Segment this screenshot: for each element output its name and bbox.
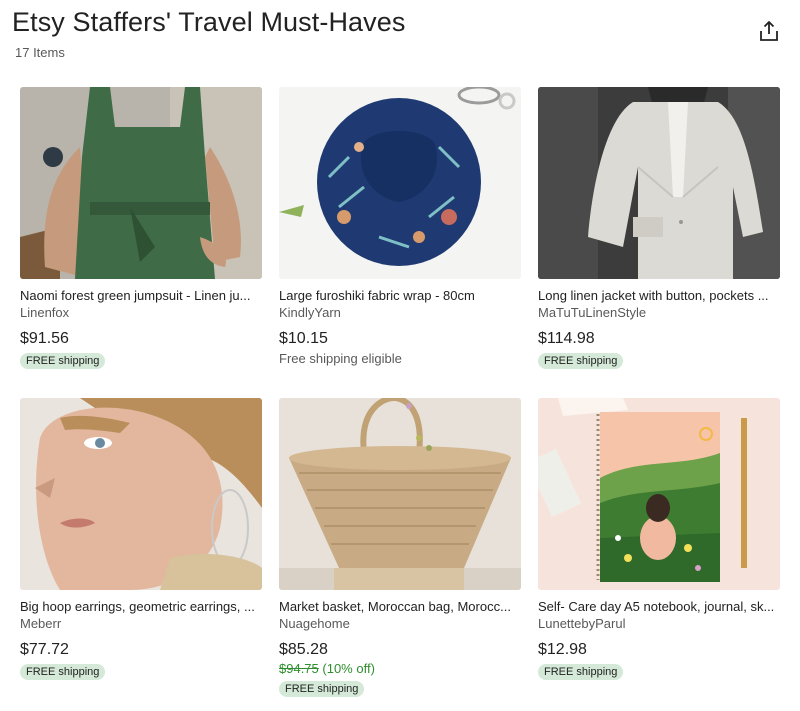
listing-price: $85.28: [279, 641, 328, 658]
share-button[interactable]: [756, 18, 782, 44]
listing-price: $114.98: [538, 330, 595, 347]
shop-name[interactable]: Nuagehome: [279, 616, 521, 632]
listing-title[interactable]: Market basket, Moroccan bag, Morocc...: [279, 599, 521, 615]
listing-title[interactable]: Self- Care day A5 notebook, journal, sk.…: [538, 599, 780, 615]
shop-name[interactable]: KindlyYarn: [279, 305, 521, 321]
listing-image[interactable]: [20, 87, 262, 279]
listing-image[interactable]: [538, 87, 780, 279]
listing-price: $12.98: [538, 641, 587, 658]
listing-card[interactable]: Naomi forest green jumpsuit - Linen ju..…: [20, 87, 262, 387]
shop-name[interactable]: Linenfox: [20, 305, 262, 321]
listing-card[interactable]: Self- Care day A5 notebook, journal, sk.…: [538, 398, 780, 698]
shop-name[interactable]: MaTuTuLinenStyle: [538, 305, 780, 321]
listing-title[interactable]: Naomi forest green jumpsuit - Linen ju..…: [20, 288, 262, 304]
shop-name[interactable]: LunettebyParul: [538, 616, 780, 632]
listing-image[interactable]: [20, 398, 262, 590]
listing-price: $91.56: [20, 330, 69, 347]
listing-card[interactable]: Long linen jacket with button, pockets .…: [538, 87, 780, 387]
free-shipping-badge: FREE shipping: [279, 681, 365, 697]
free-shipping-badge: FREE shipping: [20, 664, 106, 680]
shop-name[interactable]: Meberr: [20, 616, 262, 632]
listing-card[interactable]: Market basket, Moroccan bag, Morocc... N…: [279, 398, 521, 698]
collection-header: Etsy Staffers' Travel Must-Haves 17 Item…: [12, 0, 788, 70]
free-shipping-badge: FREE shipping: [538, 664, 624, 680]
free-shipping-badge: FREE shipping: [20, 353, 106, 369]
free-shipping-badge: FREE shipping: [538, 353, 624, 369]
discount-percent: (10% off): [322, 661, 375, 676]
listing-title[interactable]: Big hoop earrings, geometric earrings, .…: [20, 599, 262, 615]
shipping-eligible-text: Free shipping eligible: [279, 351, 402, 366]
original-price-value: $94.75: [279, 661, 319, 676]
listing-card[interactable]: Large furoshiki fabric wrap - 80cm Kindl…: [279, 87, 521, 387]
item-count: 17 Items: [15, 45, 65, 60]
listing-title[interactable]: Large furoshiki fabric wrap - 80cm: [279, 288, 521, 304]
listing-card[interactable]: Big hoop earrings, geometric earrings, .…: [20, 398, 262, 698]
listing-title[interactable]: Long linen jacket with button, pockets .…: [538, 288, 780, 304]
listing-price: $10.15: [279, 330, 328, 347]
share-icon: [760, 21, 778, 41]
listing-price: $77.72: [20, 641, 69, 658]
listing-image[interactable]: [538, 398, 780, 590]
listing-image[interactable]: [279, 398, 521, 590]
listing-image[interactable]: [279, 87, 521, 279]
original-price: $94.75 (10% off): [279, 661, 521, 677]
page-title: Etsy Staffers' Travel Must-Haves: [12, 7, 406, 37]
